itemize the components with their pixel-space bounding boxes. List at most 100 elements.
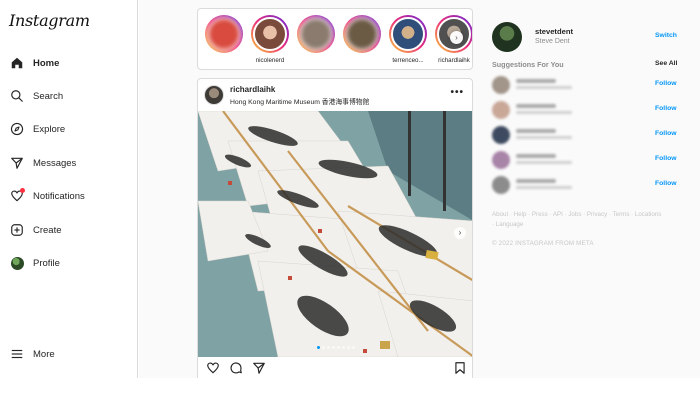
nav-item-notifications[interactable]: Notifications — [9, 186, 85, 206]
suggestion-username-blurred — [516, 154, 556, 158]
story-item[interactable] — [201, 15, 247, 57]
follow-button[interactable]: Follow — [655, 105, 677, 112]
nav-item-search[interactable]: Search — [9, 86, 63, 106]
paper-plane-icon — [253, 362, 265, 374]
nav-label-notifications: Notifications — [33, 190, 85, 202]
nav-label-profile: Profile — [33, 257, 60, 269]
post-more-options-button[interactable]: ••• — [450, 87, 464, 98]
suggestion-username-blurred — [516, 79, 556, 83]
save-button[interactable] — [453, 361, 467, 375]
nav-item-more[interactable]: More — [9, 344, 55, 364]
plus-square-icon — [9, 222, 25, 238]
suggestion-row: Follow — [492, 76, 682, 94]
footer-links[interactable]: About · Help · Press · API · Jobs · Priv… — [492, 210, 664, 230]
instagram-logo[interactable]: Instagram — [9, 11, 90, 30]
suggestion-row: Follow — [492, 151, 682, 169]
story-username: nicolenerd — [255, 57, 285, 64]
suggestion-avatar[interactable] — [492, 126, 510, 144]
image-next-button[interactable]: › — [454, 227, 466, 239]
nav-item-home[interactable]: Home — [9, 53, 59, 73]
sidebar: Instagram Home Search Explore Messages N… — [0, 0, 138, 378]
carousel-dot — [347, 346, 350, 349]
suggestion-username-blurred — [516, 129, 556, 133]
carousel-dot — [342, 346, 345, 349]
paper-plane-icon — [9, 155, 25, 171]
story-item[interactable] — [293, 15, 339, 57]
carousel-dot — [317, 346, 320, 349]
current-user-username[interactable]: stevetdent — [535, 27, 573, 36]
heart-icon — [9, 188, 25, 204]
copyright: © 2022 INSTAGRAM FROM META — [492, 240, 594, 247]
hamburger-icon — [9, 346, 25, 362]
post-location[interactable]: Hong Kong Maritime Museum 香港海事博物館 — [230, 96, 369, 106]
post-photo — [198, 111, 472, 357]
nav-item-create[interactable]: Create — [9, 220, 62, 240]
like-button[interactable] — [206, 361, 220, 375]
nav-item-messages[interactable]: Messages — [9, 153, 76, 173]
story-avatar — [299, 17, 333, 51]
suggestion-reason-blurred — [516, 111, 572, 114]
carousel-dot — [327, 346, 330, 349]
follow-button[interactable]: Follow — [655, 180, 677, 187]
suggestion-reason-blurred — [516, 86, 572, 89]
nav-label-explore: Explore — [33, 123, 66, 135]
carousel-dot — [352, 346, 355, 349]
notification-dot — [20, 188, 25, 193]
story-avatar — [391, 17, 425, 51]
heart-icon — [207, 362, 219, 374]
suggestion-reason-blurred — [516, 186, 572, 189]
story-item[interactable] — [339, 15, 385, 57]
nav-item-profile[interactable]: Profile — [9, 253, 60, 273]
story-avatar — [207, 17, 241, 51]
post-image[interactable]: › — [198, 111, 472, 357]
current-user-name: Steve Dent — [535, 38, 570, 45]
suggestion-reason-blurred — [516, 136, 572, 139]
story-item[interactable]: terrenceo... — [385, 15, 431, 64]
current-user-avatar[interactable] — [492, 22, 522, 52]
story-avatar — [345, 17, 379, 51]
story-item[interactable]: nicolenerd — [247, 15, 293, 64]
suggestion-avatar[interactable] — [492, 76, 510, 94]
bookmark-icon — [455, 362, 465, 374]
nav-label-search: Search — [33, 90, 64, 102]
see-all-button[interactable]: See All — [655, 60, 677, 67]
search-icon — [9, 88, 25, 104]
post-username[interactable]: richardlaihk — [230, 85, 275, 94]
avatar-icon — [9, 255, 25, 271]
nav-item-explore[interactable]: Explore — [9, 119, 65, 139]
feed-post: richardlaihk Hong Kong Maritime Museum 香… — [197, 78, 473, 378]
suggestion-avatar[interactable] — [492, 151, 510, 169]
suggestion-username-blurred — [516, 104, 556, 108]
post-actions — [198, 359, 472, 378]
follow-button[interactable]: Follow — [655, 130, 677, 137]
suggestion-username-blurred — [516, 179, 556, 183]
post-header: richardlaihk Hong Kong Maritime Museum 香… — [198, 79, 472, 111]
share-button[interactable] — [252, 361, 266, 375]
follow-button[interactable]: Follow — [655, 155, 677, 162]
carousel-dot — [337, 346, 340, 349]
switch-account-button[interactable]: Switch — [655, 32, 677, 39]
suggestion-row: Follow — [492, 176, 682, 194]
nav-label-home: Home — [33, 57, 60, 69]
comment-button[interactable] — [229, 361, 243, 375]
suggestion-avatar[interactable] — [492, 101, 510, 119]
follow-button[interactable]: Follow — [655, 80, 677, 87]
story-username: richardlaihk — [438, 57, 470, 64]
nav-label-create: Create — [33, 224, 62, 236]
suggestion-avatar[interactable] — [492, 176, 510, 194]
bottom-strip — [0, 378, 700, 400]
nav-label-messages: Messages — [33, 157, 77, 169]
stories-tray: nicolenerd terrenceo... richardlaihk › — [197, 8, 473, 70]
suggestions-title: Suggestions For You — [492, 60, 564, 69]
carousel-dots — [198, 346, 472, 349]
stories-next-button[interactable]: › — [450, 31, 463, 44]
compass-icon — [9, 121, 25, 137]
carousel-dot — [332, 346, 335, 349]
post-author-avatar[interactable] — [204, 85, 224, 105]
comment-icon — [230, 362, 242, 374]
story-avatar — [253, 17, 287, 51]
suggestion-row: Follow — [492, 101, 682, 119]
suggestion-row: Follow — [492, 126, 682, 144]
carousel-dot — [322, 346, 325, 349]
nav-label-more: More — [33, 348, 55, 360]
